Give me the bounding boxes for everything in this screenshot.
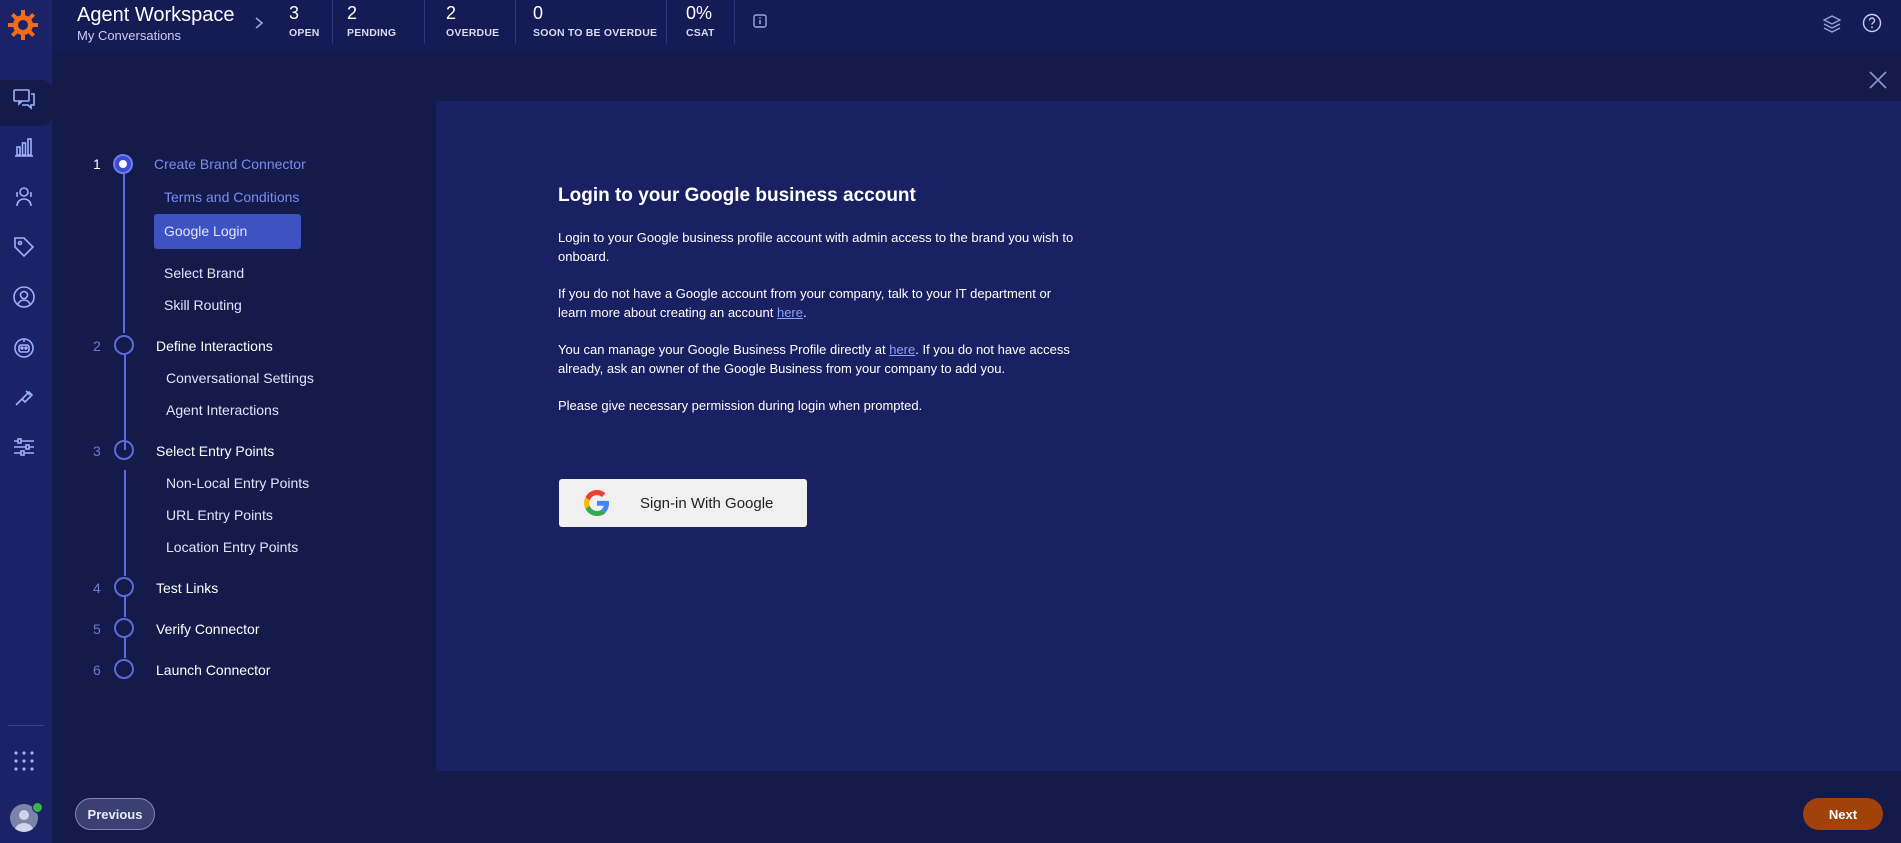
automation-icon[interactable]	[11, 384, 37, 410]
bot-icon[interactable]	[11, 334, 37, 360]
settings-sliders-icon[interactable]	[11, 434, 37, 460]
next-button[interactable]: Next	[1803, 798, 1883, 830]
apps-grid-icon[interactable]	[11, 748, 37, 774]
step-indicator	[114, 659, 134, 679]
substep-google-login[interactable]: Google Login	[164, 223, 247, 239]
step-define-interactions[interactable]: Define Interactions	[156, 338, 273, 354]
stat-divider	[424, 0, 425, 44]
google-signin-label: Sign-in With Google	[640, 494, 774, 512]
step-indicator	[114, 440, 134, 460]
content-paragraph: You can manage your Google Business Prof…	[558, 342, 1070, 376]
step-connector-line	[124, 355, 126, 450]
stat-divider	[734, 0, 735, 44]
stat-divider	[332, 0, 333, 44]
substep-agent-interactions[interactable]: Agent Interactions	[166, 402, 279, 418]
step-verify-connector[interactable]: Verify Connector	[156, 621, 260, 637]
step-indicator	[114, 577, 134, 597]
step-connector-line	[124, 638, 126, 658]
step-select-entry-points[interactable]: Select Entry Points	[156, 443, 274, 459]
substep-url-entry-points[interactable]: URL Entry Points	[166, 507, 273, 523]
step-connector-line	[124, 597, 126, 617]
left-nav-rail	[0, 0, 52, 843]
page-subtitle[interactable]: My Conversations	[77, 28, 181, 43]
step-indicator-active	[113, 154, 133, 174]
step-indicator	[114, 335, 134, 355]
close-icon[interactable]	[1868, 70, 1888, 90]
online-status-icon	[32, 802, 43, 813]
content-paragraph: If you do not have a Google account from…	[558, 286, 1052, 320]
help-icon[interactable]	[1862, 13, 1882, 33]
contacts-icon[interactable]	[11, 284, 37, 310]
step-launch-connector[interactable]: Launch Connector	[156, 662, 270, 678]
substep-non-local-entry-points[interactable]: Non-Local Entry Points	[166, 475, 309, 491]
step-create-brand-connector[interactable]: Create Brand Connector	[154, 156, 306, 172]
content-title: Login to your Google business account	[558, 185, 916, 206]
create-account-link[interactable]: here	[777, 305, 803, 320]
stat-csat[interactable]: 0% CSAT	[686, 3, 715, 39]
step-number: 5	[93, 621, 101, 637]
stat-divider	[515, 0, 516, 44]
stat-pending[interactable]: 2 PENDING	[347, 3, 396, 39]
chevron-right-icon[interactable]	[252, 16, 266, 30]
step-test-links[interactable]: Test Links	[156, 580, 218, 596]
stat-soon-overdue[interactable]: 0 SOON TO BE OVERDUE	[533, 3, 657, 39]
step-number: 1	[93, 156, 101, 172]
step-number: 3	[93, 443, 101, 459]
step-number: 4	[93, 580, 101, 596]
stat-overdue[interactable]: 2 OVERDUE	[446, 3, 499, 39]
content-paragraph: Please give necessary permission during …	[558, 398, 923, 413]
logo-icon	[8, 10, 38, 40]
google-logo-icon	[584, 490, 609, 516]
manage-profile-link[interactable]: here	[889, 342, 915, 357]
step-connector-line	[123, 174, 125, 333]
google-signin-button[interactable]: Sign-in With Google	[559, 479, 807, 527]
substep-terms-and-conditions[interactable]: Terms and Conditions	[164, 189, 299, 205]
stat-open[interactable]: 3 OPEN	[289, 3, 320, 39]
rail-divider	[8, 725, 44, 726]
step-number: 2	[93, 338, 101, 354]
page-title: Agent Workspace	[77, 4, 235, 26]
tags-icon[interactable]	[11, 234, 37, 260]
conversations-icon[interactable]	[11, 85, 37, 111]
layers-icon[interactable]	[1822, 14, 1842, 34]
substep-location-entry-points[interactable]: Location Entry Points	[166, 539, 298, 555]
info-icon[interactable]	[752, 13, 768, 29]
step-indicator	[114, 618, 134, 638]
stat-divider	[666, 0, 667, 44]
agent-icon[interactable]	[11, 184, 37, 210]
step-connector-line	[124, 470, 126, 576]
reports-icon[interactable]	[11, 134, 37, 160]
substep-skill-routing[interactable]: Skill Routing	[164, 297, 242, 313]
substep-select-brand[interactable]: Select Brand	[164, 265, 244, 281]
content-paragraph: Login to your Google business profile ac…	[558, 230, 1074, 264]
previous-button[interactable]: Previous	[75, 798, 155, 830]
substep-conversational-settings[interactable]: Conversational Settings	[166, 370, 314, 386]
top-bar: Agent Workspace My Conversations 3 OPEN …	[52, 0, 1901, 51]
step-number: 6	[93, 662, 101, 678]
